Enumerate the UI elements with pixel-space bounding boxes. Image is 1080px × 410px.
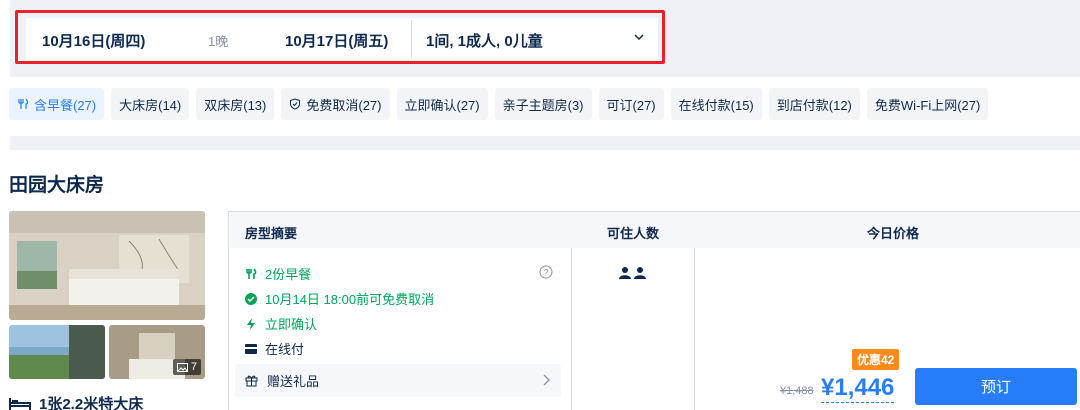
room-photo-image <box>9 211 205 320</box>
lightning-icon <box>247 317 255 330</box>
gift-row[interactable]: 赠送礼品 <box>235 364 561 397</box>
occupancy-icons <box>619 267 646 279</box>
bed-icon <box>9 397 31 410</box>
nights-count: 1晚 <box>208 34 229 49</box>
feature-label: 立即确认 <box>265 317 318 332</box>
credit-card-icon <box>245 343 257 354</box>
checkout-date[interactable]: 10月17日(周五) <box>285 30 388 51</box>
filter-label: 含早餐(27) <box>34 97 97 113</box>
feature-label: 2份早餐 <box>265 267 312 282</box>
filter-free-wifi[interactable]: 免费Wi-Fi上网(27) <box>866 88 989 120</box>
room-rate-table: 房型摘要 可住人数 今日价格 2份早餐 ? 10月14日 18:00前可免费取消… <box>228 211 1080 410</box>
person-icon <box>634 267 646 279</box>
feature-free-cancel[interactable]: 10月14日 18:00前可免费取消 <box>245 289 434 308</box>
filter-online-pay[interactable]: 在线付款(15) <box>670 88 762 120</box>
utensils-icon <box>246 267 257 279</box>
feature-label: 10月14日 18:00前可免费取消 <box>265 292 435 307</box>
divider <box>411 20 412 58</box>
photo-count-badge[interactable]: 7 <box>172 359 201 375</box>
table-header: 房型摘要 可住人数 今日价格 <box>229 212 1080 248</box>
bed-info: 1张2.2米特大床 <box>9 393 143 410</box>
room-photo-interior[interactable]: 7 <box>109 325 205 379</box>
book-button[interactable]: 预订 <box>915 368 1077 405</box>
svg-text:?: ? <box>543 268 548 278</box>
bed-label: 1张2.2米特大床 <box>39 396 144 410</box>
header-summary: 房型摘要 <box>245 226 298 241</box>
feature-label: 在线付 <box>265 342 305 357</box>
filter-label: 在线付款(15) <box>678 97 754 113</box>
filter-label: 免费取消(27) <box>306 97 382 113</box>
header-price: 今日价格 <box>867 226 920 241</box>
filter-label: 双床房(13) <box>204 97 267 113</box>
filter-bookable[interactable]: 可订(27) <box>598 88 664 120</box>
help-icon[interactable]: ? <box>539 265 553 279</box>
chevron-down-icon[interactable] <box>632 30 646 44</box>
column-divider <box>694 248 695 410</box>
image-icon <box>176 362 188 372</box>
filter-family-room[interactable]: 亲子主题房(3) <box>494 88 592 120</box>
original-price: ¥1,488 <box>780 385 814 397</box>
room-photo-main[interactable] <box>9 211 205 320</box>
person-icon <box>619 267 631 279</box>
view-photo-image <box>9 325 105 379</box>
filter-king-bed[interactable]: 大床房(14) <box>111 88 190 120</box>
feature-breakfast: 2份早餐 <box>245 264 311 283</box>
header-occupancy: 可住人数 <box>607 226 660 241</box>
feature-online-pay: 在线付 <box>245 339 304 358</box>
feature-instant-confirm: 立即确认 <box>245 314 317 333</box>
filter-bar: 含早餐(27) 大床房(14) 双床房(13) 免费取消(27) 立即确认(27… <box>9 88 989 120</box>
guests-selector[interactable]: 1间, 1成人, 0儿童 <box>426 30 543 51</box>
section-divider <box>10 136 1080 150</box>
room-photo-view[interactable] <box>9 325 105 379</box>
search-bar[interactable]: 10月16日(周四) 1晚 10月17日(周五) 1间, 1成人, 0儿童 <box>26 18 658 60</box>
check-circle-icon <box>245 292 257 305</box>
column-divider <box>571 248 572 410</box>
room-title: 田园大床房 <box>9 175 105 196</box>
filter-label: 立即确认(27) <box>404 97 480 113</box>
filter-label: 亲子主题房(3) <box>502 97 584 113</box>
filter-label: 到店付款(12) <box>776 97 852 113</box>
current-price[interactable]: ¥1,446 <box>821 374 895 403</box>
filter-free-cancel[interactable]: 免费取消(27) <box>281 88 390 120</box>
filter-breakfast[interactable]: 含早餐(27) <box>9 88 105 120</box>
shield-check-icon <box>290 98 301 110</box>
filter-label: 大床房(14) <box>119 97 182 113</box>
checkin-date[interactable]: 10月16日(周四) <box>42 30 145 51</box>
utensils-icon <box>18 98 29 109</box>
chevron-right-icon <box>543 374 550 386</box>
filter-label: 可订(27) <box>606 97 656 113</box>
discount-badge: 优惠42 <box>852 349 900 370</box>
photo-count: 7 <box>190 361 197 373</box>
gift-label: 赠送礼品 <box>267 374 320 389</box>
filter-label: 免费Wi-Fi上网(27) <box>874 97 981 113</box>
filter-pay-at-hotel[interactable]: 到店付款(12) <box>768 88 860 120</box>
filter-instant-confirm[interactable]: 立即确认(27) <box>396 88 488 120</box>
filter-twin-bed[interactable]: 双床房(13) <box>196 88 275 120</box>
gift-icon <box>245 375 258 387</box>
